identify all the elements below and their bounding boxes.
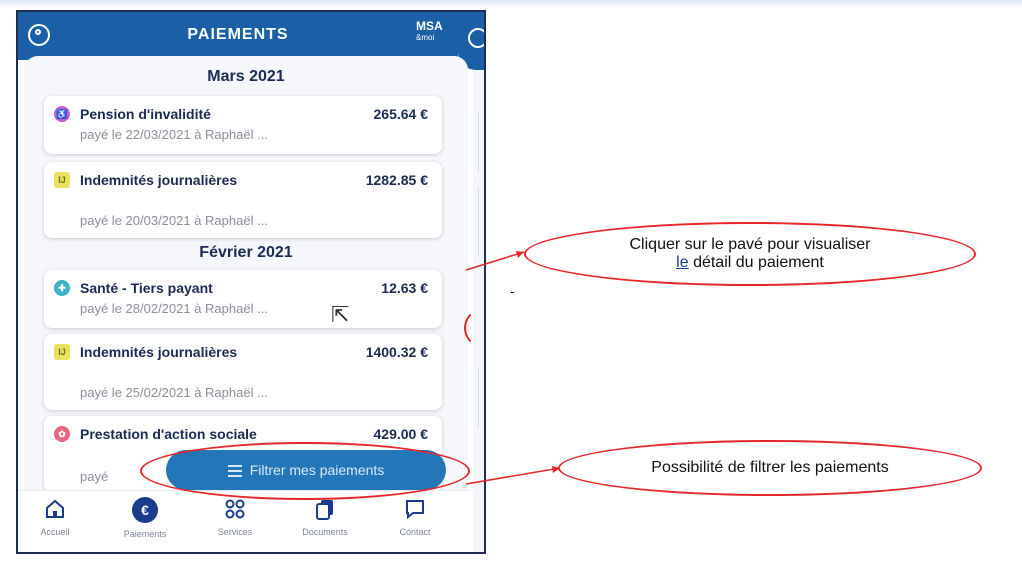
card-hint-text: Cliquer sur le pavé pour visualiser le d…: [524, 236, 976, 272]
filter-hint-text: Possibilité de filtrer les paiements: [651, 459, 889, 476]
card-hint-line2: le détail du paiement: [524, 254, 976, 272]
stray-mark: -: [510, 283, 515, 299]
card-hint-line1: Cliquer sur le pavé pour visualiser: [629, 236, 871, 253]
card-hint-line2-rest: détail du paiement: [693, 254, 824, 271]
card-hint-underlined: le: [676, 254, 689, 271]
